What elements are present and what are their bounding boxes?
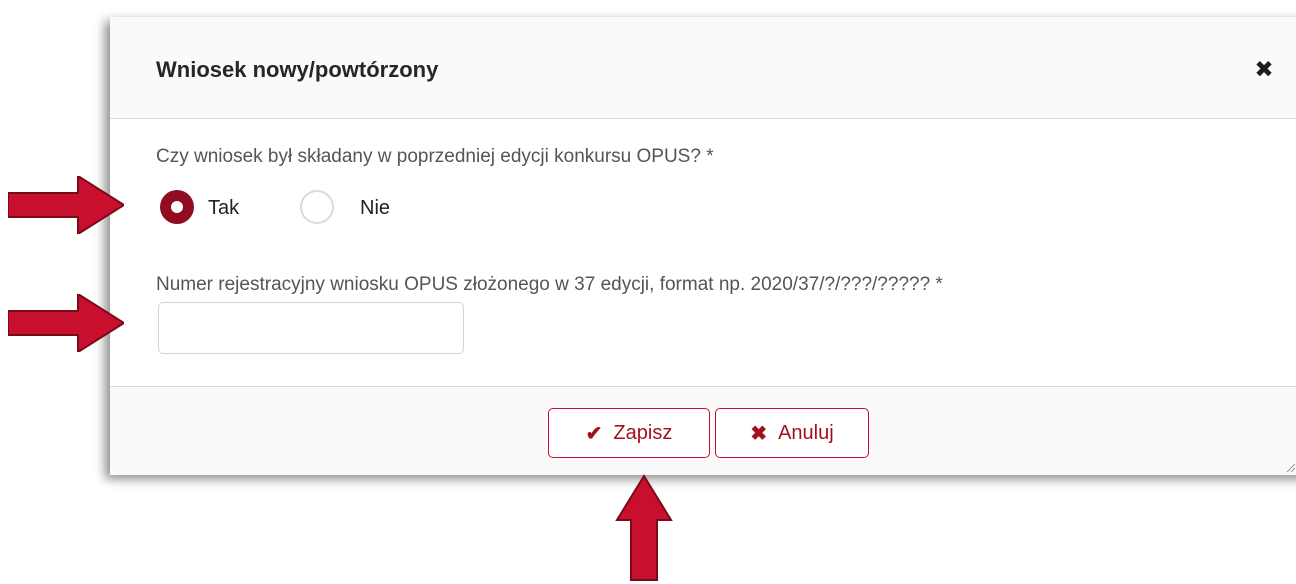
registration-number-input[interactable]	[158, 302, 464, 354]
save-button[interactable]: ✔ Zapisz	[548, 408, 710, 458]
arrow-up-icon	[615, 474, 673, 581]
dialog-footer: ✔ Zapisz ✖ Anuluj	[110, 386, 1296, 475]
check-icon: ✔	[585, 422, 603, 445]
radio-nie-label[interactable]: Nie	[360, 197, 390, 220]
save-button-label: Zapisz	[613, 421, 673, 444]
dialog-title: Wniosek nowy/powtórzony	[156, 57, 439, 82]
arrow-right-icon	[8, 176, 124, 234]
question-label: Czy wniosek był składany w poprzedniej e…	[156, 146, 714, 167]
registration-number-label: Numer rejestracyjny wniosku OPUS złożone…	[156, 274, 943, 295]
radio-nie[interactable]	[300, 190, 334, 224]
cancel-button-label: Anuluj	[778, 421, 834, 444]
times-icon: ✖	[750, 422, 768, 445]
arrow-right-icon	[8, 294, 124, 352]
resize-grip-icon[interactable]	[1286, 463, 1296, 473]
dialog: Wniosek nowy/powtórzony ✖ Czy wniosek by…	[110, 17, 1296, 475]
radio-tak-label[interactable]: Tak	[208, 197, 239, 220]
close-icon[interactable]: ✖	[1252, 57, 1276, 81]
cancel-button[interactable]: ✖ Anuluj	[715, 408, 869, 458]
dialog-header: Wniosek nowy/powtórzony ✖	[110, 17, 1296, 119]
radio-tak[interactable]	[160, 190, 194, 224]
